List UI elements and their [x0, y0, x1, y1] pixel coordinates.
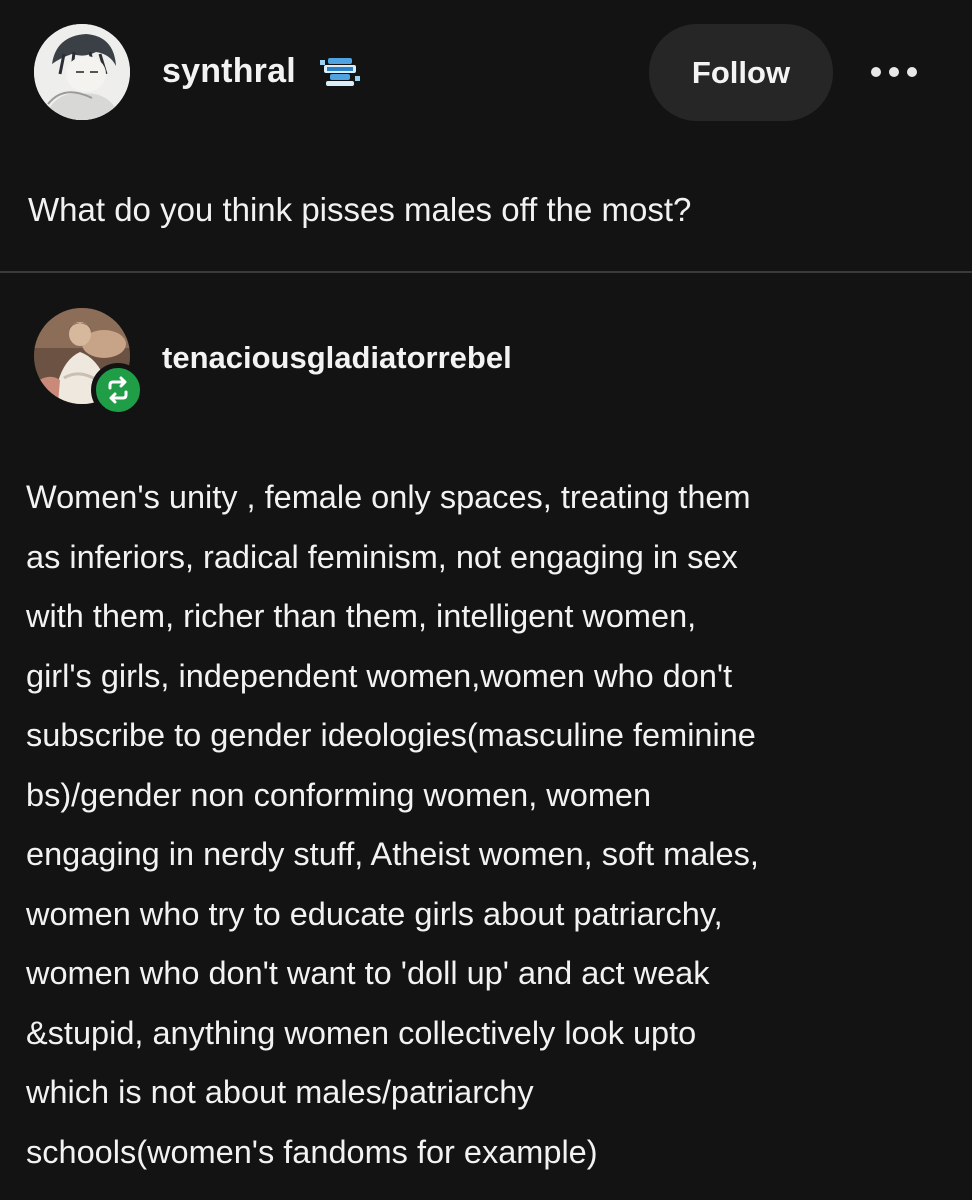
dot: [907, 67, 917, 77]
answer-line: &stupid, anything women collectively loo…: [26, 1014, 697, 1051]
post-question: What do you think pisses males off the m…: [28, 191, 692, 228]
answer-line: with them, richer than them, intelligent…: [26, 598, 697, 634]
more-options-icon[interactable]: [864, 50, 924, 94]
answer-line: which is not about males/patriarchy: [26, 1074, 534, 1110]
dot: [871, 67, 881, 77]
follow-button[interactable]: Follow: [649, 24, 833, 121]
answer-line: subscribe to gender ideologies(masculine…: [26, 717, 756, 753]
avatar[interactable]: [34, 24, 130, 120]
reblog-icon: [91, 363, 145, 417]
answer-line: schools(women's fandoms for example): [26, 1133, 598, 1170]
divider: [0, 271, 972, 273]
answer-text: Women's unity , female only spaces, trea…: [26, 468, 956, 1182]
dot: [889, 67, 899, 77]
answer-line: as inferiors, radical feminism, not enga…: [26, 538, 738, 575]
answer-line: Women's unity , female only spaces, trea…: [26, 479, 751, 515]
answer-line: engaging in nerdy stuff, Atheist women, …: [26, 836, 759, 872]
answer-line: women who try to educate girls about pat…: [26, 895, 723, 932]
post-header: synthral Follow: [0, 0, 972, 150]
answer-line: bs)/gender non conforming women, women: [26, 776, 652, 813]
answer-line: girl's girls, independent women,women wh…: [26, 657, 733, 694]
reblog-username[interactable]: tenaciousgladiatorrebel: [162, 340, 512, 376]
answer-line: women who don't want to 'doll up' and ac…: [26, 955, 710, 991]
tumblr-post: synthral Follow What do you think pisses…: [0, 0, 972, 1200]
robot-badge-icon: [318, 54, 362, 90]
author-username[interactable]: synthral: [162, 52, 296, 91]
